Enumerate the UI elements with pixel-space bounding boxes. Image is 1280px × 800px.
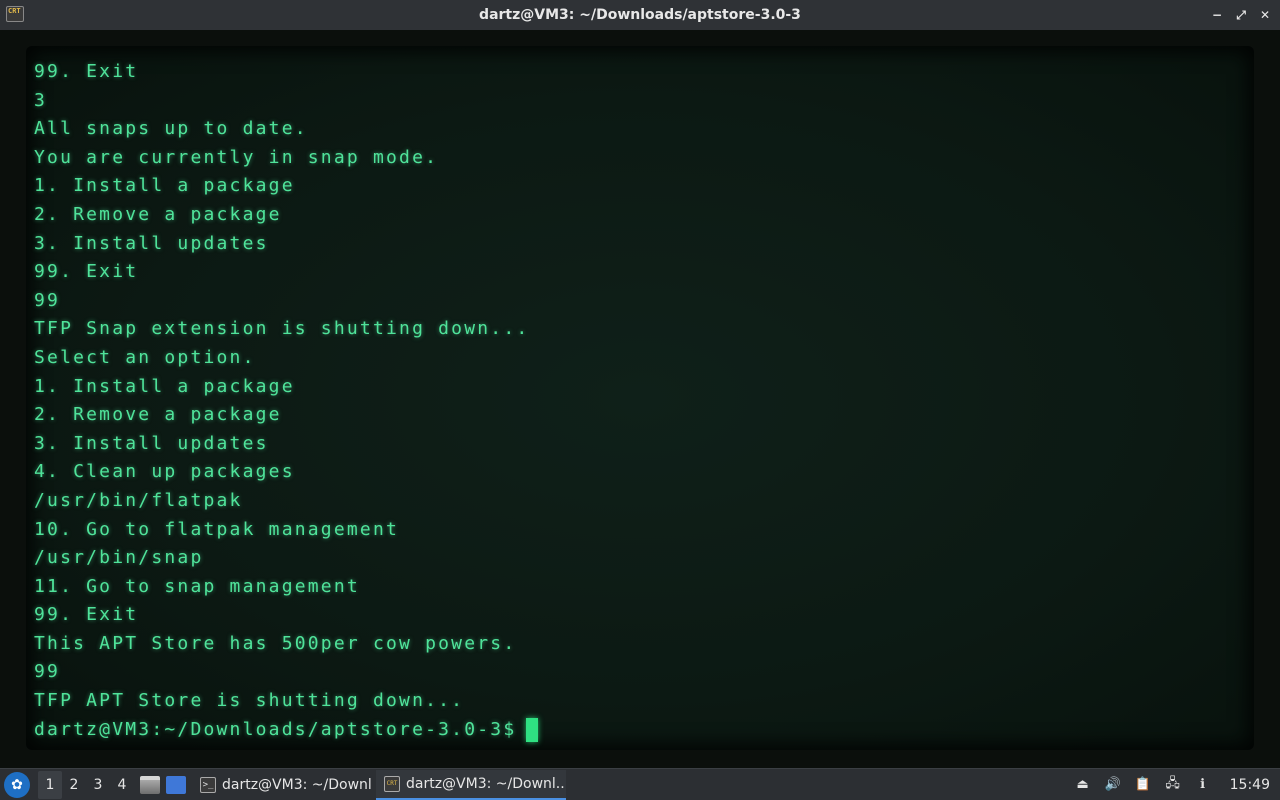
terminal-line: /usr/bin/snap bbox=[34, 547, 204, 569]
shell-prompt: dartz@VM3:~/Downloads/aptstore-3.0-3$ bbox=[34, 718, 517, 740]
desktop-2-button[interactable]: 2 bbox=[62, 771, 86, 799]
terminal-line: 99. Exit bbox=[34, 61, 139, 82]
terminal-line: This APT Store has 500per cow powers. bbox=[34, 632, 517, 654]
terminal-screen[interactable]: 99. Exit 3 All snaps up to date. You are… bbox=[26, 46, 1254, 750]
terminal-line: 4. Clean up packages bbox=[34, 461, 295, 483]
terminal-line: 1. Install a package bbox=[34, 175, 295, 197]
crt-terminal-icon: CRT bbox=[384, 775, 400, 792]
terminal-icon: >_ bbox=[200, 776, 216, 793]
taskbar-task-terminal[interactable]: >_ dartz@VM3: ~/Downl... bbox=[192, 770, 372, 800]
desktop-1-button[interactable]: 1 bbox=[38, 770, 62, 799]
task-label: dartz@VM3: ~/Downl... bbox=[406, 775, 566, 792]
terminal-line: 2. Remove a package bbox=[34, 203, 282, 225]
show-desktop-icon[interactable] bbox=[166, 775, 186, 794]
terminal-line: 99 bbox=[34, 289, 61, 311]
taskbar: ✿ 1 2 3 4 >_ dartz@VM3: ~/Downl... CRT d… bbox=[0, 768, 1280, 800]
terminal-line: TFP APT Store is shutting down... bbox=[34, 690, 465, 712]
text-cursor bbox=[526, 717, 539, 742]
window-controls: − ⤢ ✕ bbox=[1210, 0, 1272, 30]
terminal-line: 99. Exit bbox=[34, 261, 139, 283]
update-notifier-icon[interactable]: ℹ bbox=[1194, 776, 1212, 794]
terminal-prompt-line[interactable]: dartz@VM3:~/Downloads/aptstore-3.0-3$ bbox=[34, 716, 539, 745]
terminal-output: 99. Exit 3 All snaps up to date. You are… bbox=[34, 58, 539, 745]
terminal-line: 3. Install updates bbox=[34, 232, 269, 254]
terminal-line: 99. Exit bbox=[34, 604, 139, 626]
quick-launch bbox=[140, 775, 186, 794]
file-manager-icon[interactable] bbox=[140, 775, 160, 794]
terminal-line: 3. Install updates bbox=[34, 432, 269, 454]
terminal-line: 1. Install a package bbox=[34, 375, 295, 397]
volume-icon[interactable]: 🔊 bbox=[1104, 776, 1122, 794]
close-button[interactable]: ✕ bbox=[1258, 8, 1272, 22]
minimize-button[interactable]: − bbox=[1210, 8, 1224, 22]
desktop-switcher: 1 2 3 4 bbox=[38, 770, 134, 799]
maximize-button[interactable]: ⤢ bbox=[1234, 8, 1248, 23]
terminal-line: 10. Go to flatpak management bbox=[34, 518, 400, 540]
terminal-line: 11. Go to snap management bbox=[34, 575, 360, 597]
terminal-line: 99 bbox=[34, 661, 61, 683]
system-tray: ⏏ 🔊 📋 🖧 ℹ 15:49 bbox=[1074, 776, 1280, 794]
terminal-line: 2. Remove a package bbox=[34, 404, 282, 426]
terminal-line: 3 bbox=[34, 89, 48, 111]
window-title: dartz@VM3: ~/Downloads/aptstore-3.0-3 bbox=[479, 7, 801, 23]
desktop-4-button[interactable]: 4 bbox=[110, 771, 134, 799]
terminal-line: Select an option. bbox=[34, 346, 256, 368]
terminal-line: All snaps up to date. bbox=[34, 118, 308, 140]
terminal-line: You are currently in snap mode. bbox=[34, 146, 439, 168]
window-titlebar[interactable]: CRT dartz@VM3: ~/Downloads/aptstore-3.0-… bbox=[0, 0, 1280, 30]
clipboard-icon[interactable]: 📋 bbox=[1134, 776, 1152, 794]
desktop-3-button[interactable]: 3 bbox=[86, 771, 110, 799]
network-icon[interactable]: 🖧 bbox=[1164, 776, 1182, 794]
terminal-line: /usr/bin/flatpak bbox=[34, 489, 243, 511]
crt-app-icon: CRT bbox=[6, 6, 24, 22]
taskbar-task-crt-terminal[interactable]: CRT dartz@VM3: ~/Downl... bbox=[376, 769, 566, 800]
task-label: dartz@VM3: ~/Downl... bbox=[222, 776, 372, 793]
clock[interactable]: 15:49 bbox=[1230, 777, 1270, 793]
terminal-line: TFP Snap extension is shutting down... bbox=[34, 318, 530, 340]
eject-icon[interactable]: ⏏ bbox=[1074, 776, 1092, 794]
start-menu-icon[interactable]: ✿ bbox=[4, 771, 30, 798]
